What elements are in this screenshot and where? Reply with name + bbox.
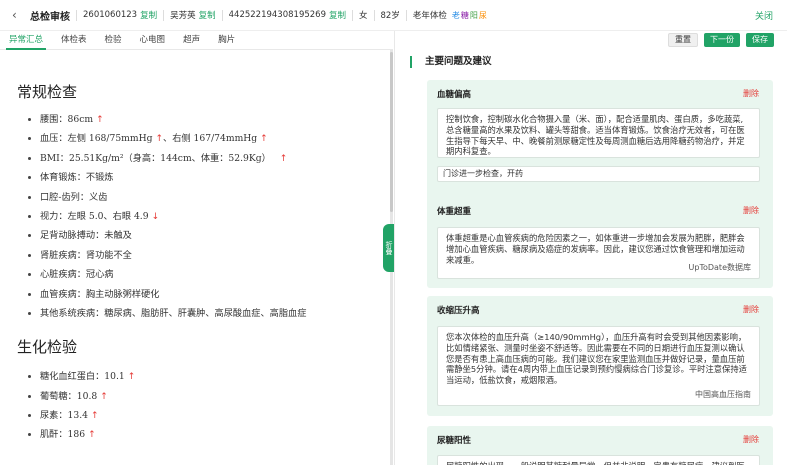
issue-title: 尿糖阳性 [437, 436, 472, 446]
copy-id-card-button[interactable]: 复制 [329, 9, 346, 21]
issue-card-systolic-pressure: 收缩压升高 删除 您本次体检的血压升高（≥140/90mmHg），血压升高有时会… [427, 296, 773, 416]
list-item: 肌酐：186 ↑ [28, 425, 393, 444]
id-card-number: 442522194308195269 [228, 10, 326, 20]
top-bar: ‹ 总检审核 2601060123 复制 吴芳英 复制 442522194308… [0, 0, 787, 31]
list-item: 口腔-齿列：义齿 [28, 188, 393, 207]
tag-hypertension: 阳 [469, 10, 478, 20]
follow-up-note-input[interactable]: 门诊进一步检查，开药 [437, 166, 760, 182]
reference-source: UpToDate数据库 [688, 263, 751, 273]
next-record-button[interactable]: 下一份 [704, 33, 740, 47]
issue-card-overweight: 体重超重 删除 体重超重是心血管疾病的危险因素之一，如体重进一步增加会发展为肥胖… [427, 197, 773, 288]
arrow-up-icon: ↑ [260, 134, 268, 145]
tab-lab-tests[interactable]: 检验 [96, 31, 131, 49]
delete-button[interactable]: 删除 [743, 205, 759, 216]
patient-name: 吴芳英 [170, 11, 196, 21]
action-buttons: 重置 下一份 保存 [668, 33, 774, 47]
tag-diabetes: 糖 [460, 10, 469, 20]
arrow-up-icon: ↑ [88, 430, 96, 441]
list-item: 足背动脉搏动：未触及 [28, 226, 393, 245]
collapse-panel-button[interactable]: 折叠 [383, 224, 394, 272]
patient-age: 82岁 [380, 11, 400, 21]
delete-button[interactable]: 删除 [743, 434, 759, 445]
exam-type: 老年体检 [412, 11, 447, 21]
patient-gender: 女 [359, 11, 368, 21]
tag-elderly: 老 [451, 10, 460, 20]
list-item: 肾脏疾病：肾功能不全 [28, 246, 393, 265]
arrow-up-icon: ↑ [155, 134, 164, 145]
arrow-down-icon: ↓ [151, 211, 160, 222]
reset-button[interactable]: 重置 [668, 33, 698, 47]
divider [352, 9, 353, 21]
reference-source: 中国高血压指南 [695, 390, 751, 400]
biochem-list: 糖化血红蛋白：10.1 ↑ 葡萄糖：10.8 ↑ 尿素：13.4 ↑ 肌酐：186 ↑ [28, 367, 393, 445]
divider [163, 9, 165, 21]
issue-card-urine-glucose: 尿糖阳性 删除 尿糖阳性的出现，一般说明其糖耐量异常，但并非说明一定患有糖尿病，… [427, 426, 773, 465]
list-item: 其他系统疾病：糖尿病、脂肪肝、肝囊肿、高尿酸血症、高脂血症 [28, 304, 393, 323]
issue-title: 血糖偏高 [437, 90, 472, 100]
tab-abnormal-summary[interactable]: 异常汇总 [0, 31, 52, 50]
delete-button[interactable]: 删除 [743, 304, 759, 315]
divider [76, 9, 77, 21]
divider [221, 9, 223, 21]
list-item: 腰围：86cm ↑ [28, 110, 393, 129]
list-item: 葡萄糖：10.8 ↑ [28, 387, 393, 406]
copy-exam-number-button[interactable]: 复制 [140, 9, 157, 21]
tag-urine: 尿 [478, 10, 487, 20]
divider [405, 9, 407, 21]
close-button[interactable]: 关闭 [755, 9, 773, 22]
tab-ultrasound[interactable]: 超声 [174, 31, 209, 49]
advice-text[interactable]: 尿糖阳性的出现，一般说明其糖耐量异常，但并非说明一定患有糖尿病，建议到医院进一步… [437, 455, 760, 465]
arrow-up-icon: ↑ [100, 391, 108, 402]
save-button[interactable]: 保存 [746, 33, 774, 47]
tab-ecg[interactable]: 心电图 [131, 31, 175, 49]
left-scrollbar-thumb[interactable] [390, 52, 393, 212]
suggestions-panel: 重置 下一份 保存 主要问题及建议 血糖偏高 删除 控制饮食，控制碳水化合物摄入… [394, 31, 787, 465]
report-tabs: 异常汇总 体检表 检验 心电图 超声 胸片 [0, 31, 393, 50]
list-item: 糖化血红蛋白：10.1 ↑ [28, 367, 393, 386]
advice-text[interactable]: 体重超重是心血管疾病的危险因素之一，如体重进一步增加会发展为肥胖，肥胖会增加心血… [437, 227, 760, 279]
issue-title: 收缩压升高 [437, 306, 480, 316]
tab-exam-form[interactable]: 体检表 [52, 31, 96, 49]
list-item: 心脏疾病：冠心病 [28, 265, 393, 284]
advice-text[interactable]: 控制饮食，控制碳水化合物摄入量（米、面），配合适量肌肉、蛋白质，多吃蔬菜,总含糖… [437, 108, 760, 158]
arrow-up-icon: ↑ [96, 115, 104, 125]
back-icon[interactable]: ‹ [12, 8, 26, 22]
arrow-up-icon: ↑ [279, 153, 288, 164]
copy-name-button[interactable]: 复制 [199, 9, 216, 21]
exam-number: 2601060123 [83, 10, 138, 20]
issue-title: 体重超重 [437, 207, 472, 217]
list-item: 血压：左侧 168/75mmHg ↑、右侧 167/74mmHg ↑ [28, 129, 393, 148]
section-title-routine: 常规检查 [17, 83, 78, 101]
patient-tags: 老 糖 阳 尿 [452, 10, 488, 21]
list-item: BMI：25.51Kg/m²（身高：144cm、体重：52.9Kg） ↑ [28, 149, 393, 168]
tab-chest-xray[interactable]: 胸片 [209, 31, 244, 49]
delete-button[interactable]: 删除 [743, 88, 759, 99]
list-item: 血管疾病：胸主动脉粥样硬化 [28, 285, 393, 304]
arrow-up-icon: ↑ [91, 411, 99, 422]
list-item: 视力：左眼 5.0、右眼 4.9 ↓ [28, 207, 393, 226]
advice-text[interactable]: 您本次体检的血压升高（≥140/90mmHg），血压升高有时会受到其他因素影响，… [437, 326, 760, 406]
routine-list: 腰围：86cm ↑ 血压：左侧 168/75mmHg ↑、右侧 167/74mmHg… [28, 110, 393, 323]
list-item: 尿素：13.4 ↑ [28, 406, 393, 425]
list-item: 体育锻炼：不锻炼 [28, 168, 393, 187]
arrow-up-icon: ↑ [127, 372, 136, 383]
divider [373, 9, 375, 21]
abnormal-summary-panel: 常规检查 腰围：86cm ↑ 血压：左侧 168/75mmHg ↑、右侧 167/7… [0, 50, 393, 465]
section-title-biochem: 生化检验 [17, 338, 78, 357]
page-title: 总检审核 [30, 11, 70, 23]
section-heading: 主要问题及建议 [410, 56, 492, 68]
